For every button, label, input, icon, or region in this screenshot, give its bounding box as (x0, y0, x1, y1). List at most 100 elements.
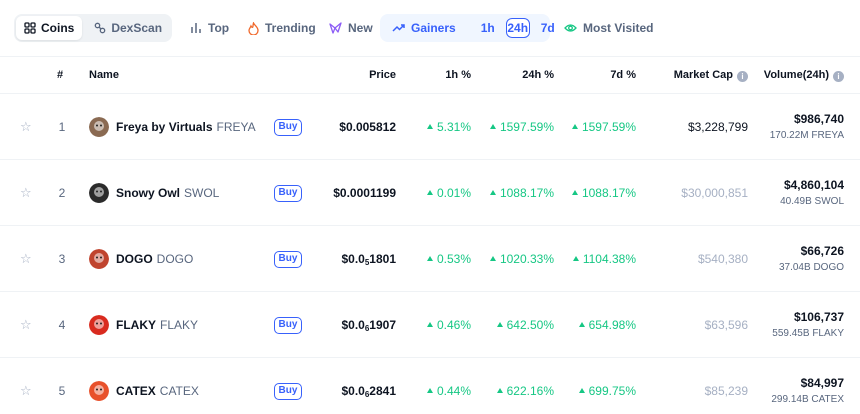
coin-name-label: Freya by Virtuals (116, 120, 213, 134)
price-main: $0.0 (341, 384, 365, 398)
most-visited-label: Most Visited (583, 21, 654, 35)
change-7d: 699.75% (578, 384, 636, 398)
coin-name[interactable]: CATEX CATEX (116, 384, 199, 398)
caret-up-icon (489, 190, 496, 195)
caret-up-icon (426, 124, 433, 129)
table-row[interactable]: ☆ 2 Snowy Owl SWOL Buy $0.0001199 0.01% 1088.17… (0, 160, 860, 226)
coin-name-label: CATEX (116, 384, 156, 398)
star-icon[interactable]: ☆ (20, 384, 33, 397)
coin-logo-icon (89, 315, 109, 335)
column-24h[interactable]: 24h % (522, 69, 554, 81)
buy-button[interactable]: Buy (274, 317, 302, 334)
star-icon[interactable]: ☆ (20, 318, 33, 331)
coin-symbol: SWOL (184, 186, 220, 200)
caret-up-icon (571, 190, 578, 195)
change-7d-value: 1088.17% (581, 186, 636, 200)
row-rank: 5 (58, 384, 66, 398)
coin-name[interactable]: DOGO DOGO (116, 252, 193, 266)
column-volume[interactable]: Volume(24h) i (764, 69, 844, 82)
market-cap: $3,228,799 (687, 120, 748, 134)
change-24h-value: 642.50% (506, 318, 554, 332)
coin-name-label: Snowy Owl (116, 186, 181, 200)
flame-icon (248, 21, 259, 35)
volume-usd[interactable]: $986,740 (794, 112, 844, 126)
info-icon[interactable]: i (737, 71, 748, 82)
caret-up-icon (489, 256, 496, 261)
volume-coin: 559.45B FLAKY (772, 328, 844, 339)
coin-name[interactable]: Freya by Virtuals FREYA (116, 120, 256, 134)
buy-button[interactable]: Buy (274, 185, 302, 202)
market-cap: $30,000,851 (681, 186, 748, 200)
price-main: $0.0 (341, 252, 365, 266)
time-option-1h[interactable]: 1h (476, 18, 500, 38)
coin-price: $0.051801 (341, 252, 396, 267)
volume-coin: 37.04B DOGO (778, 262, 844, 273)
coin-name[interactable]: FLAKY FLAKY (116, 318, 198, 332)
price-main: $0.0001199 (333, 186, 396, 200)
info-icon[interactable]: i (833, 71, 844, 82)
top-button[interactable]: Top (190, 14, 229, 42)
change-7d-value: 1597.59% (581, 120, 636, 134)
table-row[interactable]: ☆ 1 Freya by Virtuals FREYA Buy $0.005812 5.31… (0, 94, 860, 160)
price-main: $0.0 (341, 318, 365, 332)
coin-name-label: DOGO (116, 252, 153, 266)
change-24h: 642.50% (496, 318, 554, 332)
buy-button[interactable]: Buy (274, 383, 302, 400)
column-volume-label: Volume(24h) (763, 69, 829, 81)
buy-button[interactable]: Buy (274, 119, 302, 136)
gainers-button[interactable]: Gainers (380, 21, 456, 35)
trending-button[interactable]: Trending (248, 14, 316, 42)
caret-up-icon (489, 124, 496, 129)
coins-tab[interactable]: Coins (16, 16, 83, 40)
buy-button[interactable]: Buy (274, 251, 302, 268)
star-icon[interactable]: ☆ (20, 120, 33, 133)
new-button-label: New (348, 21, 373, 35)
change-1h: 0.53% (426, 252, 471, 266)
volume-usd[interactable]: $4,860,104 (784, 178, 844, 192)
caret-up-icon (426, 322, 433, 327)
coin-logo-icon (89, 117, 109, 137)
dexscan-tab[interactable]: DexScan (82, 16, 170, 40)
table-header: # Name Price 1h % 24h % 7d % Market Cap i… (0, 56, 860, 94)
bar-chart-icon (190, 22, 202, 34)
column-name[interactable]: Name (89, 69, 119, 81)
eye-icon (564, 23, 577, 33)
coin-name[interactable]: Snowy Owl SWOL (116, 186, 219, 200)
column-rank[interactable]: # (57, 69, 63, 81)
volume-coin: 40.49B SWOL (780, 196, 844, 207)
volume-usd[interactable]: $84,997 (801, 376, 844, 390)
change-7d-value: 699.75% (588, 384, 636, 398)
column-7d[interactable]: 7d % (610, 69, 636, 81)
table-row[interactable]: ☆ 4 FLAKY FLAKY Buy $0.061907 0.46% 642.50% 654.… (0, 292, 860, 358)
top-button-label: Top (208, 21, 230, 35)
time-option-7d[interactable]: 7d (536, 18, 560, 38)
coin-symbol: CATEX (159, 384, 199, 398)
table-row[interactable]: ☆ 3 DOGO DOGO Buy $0.051801 0.53% 1020.33% 1104.… (0, 226, 860, 292)
caret-up-icon (578, 322, 585, 327)
volume-usd[interactable]: $66,726 (801, 244, 844, 258)
change-7d-value: 1104.38% (582, 252, 636, 266)
coin-name-label: FLAKY (116, 318, 156, 332)
most-visited-button[interactable]: Most Visited (564, 14, 653, 42)
change-24h-value: 1020.33% (499, 252, 554, 266)
gainers-group: Gainers 1h 24h 7d (380, 14, 555, 42)
change-1h: 5.31% (426, 120, 471, 134)
star-icon[interactable]: ☆ (20, 186, 33, 199)
change-7d: 654.98% (578, 318, 636, 332)
change-24h: 1597.59% (489, 120, 554, 134)
volume-usd[interactable]: $106,737 (794, 310, 844, 324)
caret-up-icon (571, 124, 578, 129)
column-market-cap[interactable]: Market Cap i (674, 69, 748, 82)
filter-bar: Coins DexScan Top Trending New Gainers 1… (0, 0, 860, 56)
coin-logo-icon (89, 249, 109, 269)
coins-tab-label: Coins (41, 21, 75, 35)
new-button[interactable]: New (329, 14, 373, 42)
column-1h[interactable]: 1h % (445, 69, 471, 81)
column-price[interactable]: Price (369, 69, 396, 81)
table-row[interactable]: ☆ 5 CATEX CATEX Buy $0.062841 0.44% 622.16% 699.… (0, 358, 860, 414)
star-icon[interactable]: ☆ (20, 252, 33, 265)
caret-up-icon (426, 256, 433, 261)
time-option-24h[interactable]: 24h (505, 18, 530, 38)
price-tail: 1907 (369, 318, 396, 332)
trend-up-icon (392, 23, 405, 33)
